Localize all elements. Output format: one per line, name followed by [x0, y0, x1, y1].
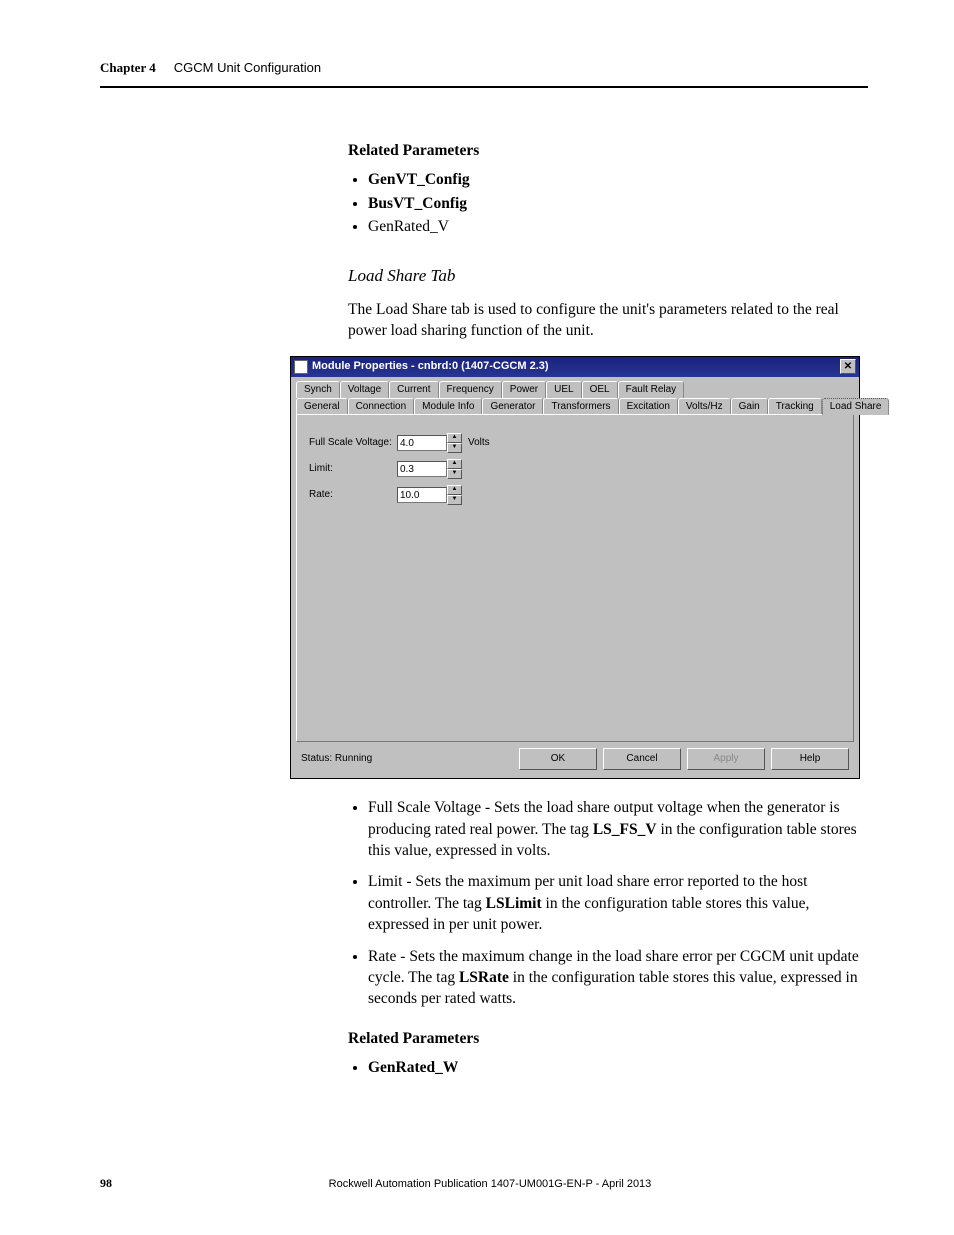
tab-body: Full Scale Voltage: ▲ ▼ Volts Limit: — [296, 414, 854, 742]
related-params-heading-2: Related Parameters — [348, 1028, 868, 1049]
tab-generator[interactable]: Generator — [482, 398, 543, 415]
rate-spin-up[interactable]: ▲ — [447, 485, 462, 495]
window-icon — [294, 360, 308, 374]
close-icon[interactable]: ✕ — [840, 359, 856, 374]
load-share-description: The Load Share tab is used to configure … — [348, 299, 868, 342]
full-scale-voltage-label: Full Scale Voltage: — [309, 436, 397, 450]
fsv-spin-up[interactable]: ▲ — [447, 433, 462, 443]
status-label: Status: Running — [301, 752, 372, 766]
limit-label: Limit: — [309, 462, 397, 476]
dialog-title: Module Properties - cnbrd:0 (1407-CGCM 2… — [312, 359, 549, 374]
param-genrated-v: GenRated_V — [368, 218, 449, 235]
tab-uel[interactable]: UEL — [546, 381, 581, 398]
tab-oel[interactable]: OEL — [582, 381, 618, 398]
tab-synch[interactable]: Synch — [296, 381, 340, 398]
bullet-rate: Rate - Sets the maximum change in the lo… — [368, 946, 868, 1010]
tab-load-share[interactable]: Load Share — [822, 398, 890, 416]
tab-current[interactable]: Current — [389, 381, 438, 398]
full-scale-voltage-input[interactable] — [397, 435, 447, 451]
tab-row-1: Synch Voltage Current Frequency Power UE… — [296, 381, 854, 398]
limit-spin-up[interactable]: ▲ — [447, 459, 462, 469]
limit-spin-down[interactable]: ▼ — [447, 469, 462, 479]
tab-tracking[interactable]: Tracking — [768, 398, 822, 415]
tab-connection[interactable]: Connection — [348, 398, 415, 415]
tab-general[interactable]: General — [296, 398, 348, 415]
tab-gain[interactable]: Gain — [731, 398, 768, 415]
tab-frequency[interactable]: Frequency — [439, 381, 502, 398]
tab-row-2: General Connection Module Info Generator… — [296, 398, 854, 415]
header-rule — [100, 86, 868, 88]
param-busvt-config: BusVT_Config — [368, 195, 467, 212]
limit-input[interactable] — [397, 461, 447, 477]
module-properties-dialog: Module Properties - cnbrd:0 (1407-CGCM 2… — [290, 356, 860, 780]
param-genrated-w: GenRated_W — [368, 1059, 458, 1076]
ok-button[interactable]: OK — [519, 748, 597, 770]
tab-volts-hz[interactable]: Volts/Hz — [678, 398, 731, 415]
tab-module-info[interactable]: Module Info — [414, 398, 482, 415]
chapter-label: Chapter 4 — [100, 60, 156, 76]
rate-label: Rate: — [309, 488, 397, 502]
tab-power[interactable]: Power — [502, 381, 546, 398]
apply-button[interactable]: Apply — [687, 748, 765, 770]
tab-transformers[interactable]: Transformers — [543, 398, 618, 415]
param-genvt-config: GenVT_Config — [368, 171, 470, 188]
related-params-list-2: GenRated_W — [368, 1057, 868, 1078]
fsv-unit: Volts — [468, 436, 490, 450]
load-share-tab-heading: Load Share Tab — [348, 264, 868, 287]
tab-fault-relay[interactable]: Fault Relay — [618, 381, 685, 398]
rate-spin-down[interactable]: ▼ — [447, 495, 462, 505]
page-number: 98 — [100, 1176, 112, 1191]
tab-voltage[interactable]: Voltage — [340, 381, 389, 398]
field-descriptions: Full Scale Voltage - Sets the load share… — [368, 797, 868, 1009]
bullet-fsv: Full Scale Voltage - Sets the load share… — [368, 797, 868, 861]
publication-info: Rockwell Automation Publication 1407-UM0… — [329, 1178, 652, 1190]
fsv-spin-down[interactable]: ▼ — [447, 443, 462, 453]
chapter-title: CGCM Unit Configuration — [174, 60, 321, 75]
related-params-heading-1: Related Parameters — [348, 140, 868, 161]
help-button[interactable]: Help — [771, 748, 849, 770]
tab-excitation[interactable]: Excitation — [619, 398, 678, 415]
cancel-button[interactable]: Cancel — [603, 748, 681, 770]
related-params-list-1: GenVT_Config BusVT_Config GenRated_V — [368, 169, 868, 237]
dialog-titlebar: Module Properties - cnbrd:0 (1407-CGCM 2… — [291, 357, 859, 377]
rate-input[interactable] — [397, 487, 447, 503]
bullet-limit: Limit - Sets the maximum per unit load s… — [368, 871, 868, 935]
